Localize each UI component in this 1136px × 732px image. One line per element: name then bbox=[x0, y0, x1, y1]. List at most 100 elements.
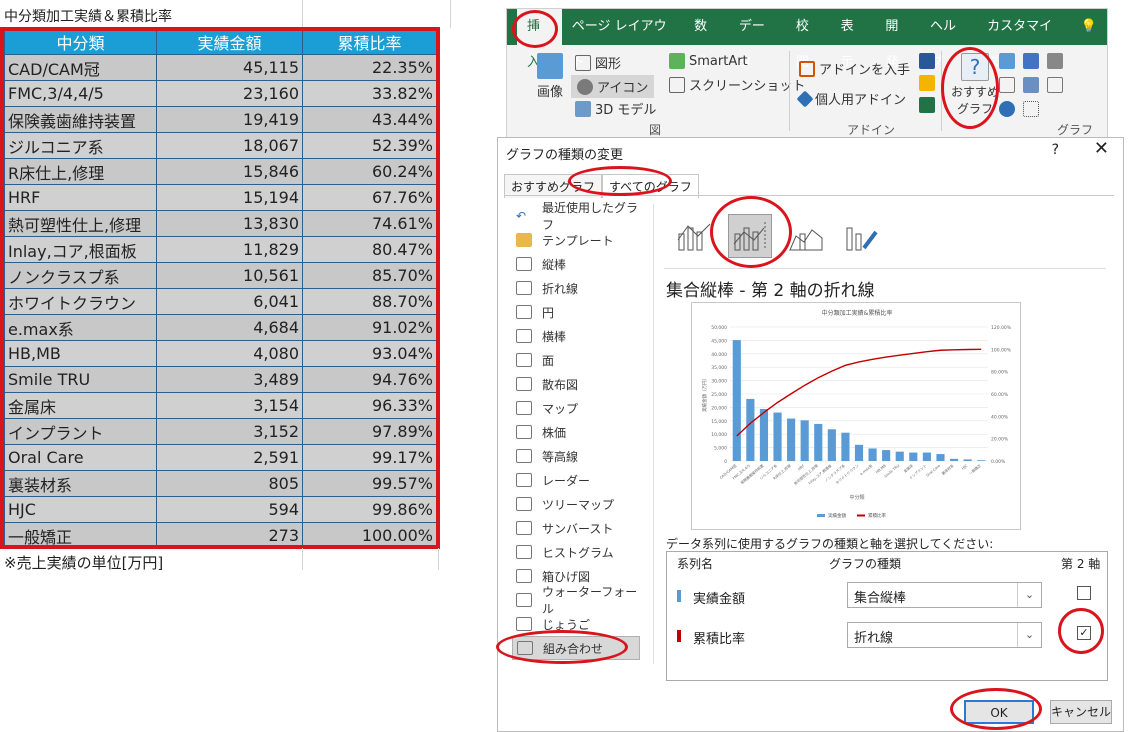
smartart-button[interactable]: SmartArt bbox=[669, 53, 748, 69]
combo-chart-icon bbox=[677, 223, 711, 251]
chart-type-item[interactable]: ヒストグラム bbox=[512, 540, 642, 564]
secondary-axis-checkbox[interactable]: ✓ bbox=[1077, 626, 1091, 640]
combo-custom[interactable] bbox=[840, 214, 884, 258]
chart-type-label: 株価 bbox=[542, 425, 567, 440]
selection-highlight-box bbox=[0, 27, 440, 549]
tab-developer[interactable]: 開発 bbox=[875, 9, 920, 70]
statistic-chart-icon[interactable] bbox=[1023, 77, 1039, 93]
scatter-chart-icon[interactable] bbox=[1023, 101, 1039, 117]
y-tick-label: 10,000 bbox=[711, 432, 727, 438]
chevron-down-icon[interactable]: ⌄ bbox=[1017, 623, 1041, 647]
personal-addin-button[interactable]: 個人用アドイン bbox=[796, 89, 906, 108]
tab-customize[interactable]: カスタマイズ bbox=[977, 9, 1071, 70]
lightbulb-icon[interactable]: 💡 bbox=[1071, 9, 1107, 45]
tab-insert[interactable]: 挿入 bbox=[517, 9, 562, 70]
combo-chart-icon[interactable] bbox=[1047, 77, 1063, 93]
chart-type-item[interactable]: 散布図 bbox=[512, 372, 642, 396]
chart-type-select[interactable]: 折れ線 ⌄ bbox=[847, 622, 1042, 648]
3d-model-button[interactable]: 3D モデル bbox=[575, 99, 656, 118]
chart-type-item[interactable]: 折れ線 bbox=[512, 276, 642, 300]
chart-type-label: 箱ひげ図 bbox=[542, 569, 591, 584]
y2-tick-label: 40.00% bbox=[991, 414, 1009, 420]
y-tick-label: 25,000 bbox=[711, 392, 727, 398]
help-icon[interactable]: ? bbox=[1052, 142, 1059, 158]
bar bbox=[787, 418, 796, 461]
chart-preview: 中分類加工実績&累積比率 0 5,000 10,000 15,000 20,000 25,0… bbox=[691, 302, 1021, 530]
chart-type-item[interactable]: ウォーターフォール bbox=[512, 585, 642, 616]
tab-view[interactable]: 表示 bbox=[831, 9, 876, 70]
chart-type-select[interactable]: 集合縦棒 ⌄ bbox=[847, 582, 1042, 608]
unit-note: ※売上実績の単位[万円] bbox=[4, 554, 164, 572]
combo-subtype-1[interactable] bbox=[672, 214, 716, 258]
column-chart-icon[interactable] bbox=[999, 53, 1015, 69]
chart-type-item[interactable]: 横棒 bbox=[512, 324, 642, 348]
recommended-chart-button[interactable]: ? おすすめ グラフ bbox=[951, 53, 999, 117]
chart-type-label: 横棒 bbox=[542, 329, 567, 344]
grid-line bbox=[302, 0, 303, 28]
pie-icon bbox=[516, 305, 532, 319]
y-tick-label: 20,000 bbox=[711, 405, 727, 411]
chart-type-item[interactable]: 組み合わせ bbox=[512, 636, 640, 660]
get-addin-button[interactable]: アドインを入手 bbox=[799, 59, 910, 78]
tab-page-layout[interactable]: ページ レイアウト bbox=[562, 9, 684, 70]
series-name: 実績金額 bbox=[693, 592, 746, 607]
chart-type-item[interactable]: ↶ 最近使用したグラフ bbox=[512, 201, 642, 232]
combo-subtype-3[interactable] bbox=[784, 214, 828, 258]
combo-subtype-2-selected[interactable] bbox=[728, 214, 772, 258]
y-tick-label: 30,000 bbox=[711, 379, 727, 385]
close-icon[interactable]: ✕ bbox=[1094, 138, 1109, 159]
chart-type-item[interactable]: 株価 bbox=[512, 420, 642, 444]
chart-type-label: 散布図 bbox=[542, 377, 579, 392]
chevron-down-icon[interactable]: ⌄ bbox=[1017, 583, 1041, 607]
chart-type-item[interactable]: 等高線 bbox=[512, 444, 642, 468]
people-icon[interactable] bbox=[919, 97, 935, 113]
chart-type-value: 集合縦棒 bbox=[854, 591, 907, 606]
secondary-axis-checkbox[interactable] bbox=[1077, 586, 1091, 600]
pie-chart-icon[interactable] bbox=[999, 101, 1015, 117]
tab-help[interactable]: ヘルプ bbox=[920, 9, 977, 70]
area-combo-icon bbox=[789, 229, 823, 251]
cancel-button[interactable]: キャンセル bbox=[1050, 700, 1112, 724]
shapes-button[interactable]: 図形 bbox=[575, 53, 621, 72]
group-label-chart: グラフ bbox=[1057, 123, 1094, 137]
chart-type-label: テンプレート bbox=[542, 233, 614, 248]
visio-icon[interactable] bbox=[919, 53, 935, 69]
bar bbox=[814, 423, 823, 461]
chart-type-label: レーダー bbox=[542, 473, 591, 488]
hierarchy-chart-icon[interactable] bbox=[1023, 53, 1039, 69]
funnel-icon bbox=[516, 617, 532, 631]
group-label-figure: 図 bbox=[649, 123, 662, 137]
sheet-title: 中分類加工実績＆累積比率 bbox=[4, 9, 172, 25]
bar-icon bbox=[516, 329, 532, 343]
waterfall-chart-icon[interactable] bbox=[1047, 53, 1063, 69]
bing-icon[interactable] bbox=[919, 75, 935, 91]
image-button[interactable]: 画像 bbox=[537, 53, 563, 100]
line-chart-icon[interactable] bbox=[999, 77, 1015, 93]
combo-icon bbox=[517, 641, 533, 655]
chart-type-item[interactable]: レーダー bbox=[512, 468, 642, 492]
legend-swatch-line bbox=[857, 514, 865, 517]
chart-type-item[interactable]: 面 bbox=[512, 348, 642, 372]
screenshot-button[interactable]: スクリーンショット bbox=[669, 75, 805, 94]
recent-icon: ↶ bbox=[516, 209, 527, 223]
ok-button[interactable]: OK bbox=[964, 700, 1034, 724]
legend-label: 累積比率 bbox=[868, 512, 886, 519]
map-icon bbox=[516, 401, 532, 415]
chart-type-item[interactable]: 円 bbox=[512, 300, 642, 324]
y2-tick-label: 120.00% bbox=[991, 325, 1012, 331]
chart-type-label: 縦棒 bbox=[542, 257, 567, 272]
tab-formulas[interactable]: 数式 bbox=[684, 9, 729, 70]
chart-type-item[interactable]: 縦棒 bbox=[512, 252, 642, 276]
shapes-label: 図形 bbox=[595, 57, 622, 72]
chart-type-item[interactable]: ツリーマップ bbox=[512, 492, 642, 516]
chart-type-item[interactable]: マップ bbox=[512, 396, 642, 420]
series-name: 累積比率 bbox=[693, 632, 746, 647]
icons-button[interactable]: アイコン bbox=[571, 75, 655, 98]
tab-data[interactable]: データ bbox=[729, 9, 786, 70]
chart-type-item[interactable]: サンバースト bbox=[512, 516, 642, 540]
boxplot-icon bbox=[516, 569, 532, 583]
chart-type-list: ↶ 最近使用したグラフ テンプレート 縦棒折れ線円横棒面散布図マップ株価等高線レーダー… bbox=[512, 201, 642, 660]
tab-review[interactable]: 校閲 bbox=[786, 9, 831, 70]
x-tick-label: ホワイトクラウン bbox=[834, 463, 860, 486]
grid-line bbox=[438, 548, 439, 570]
